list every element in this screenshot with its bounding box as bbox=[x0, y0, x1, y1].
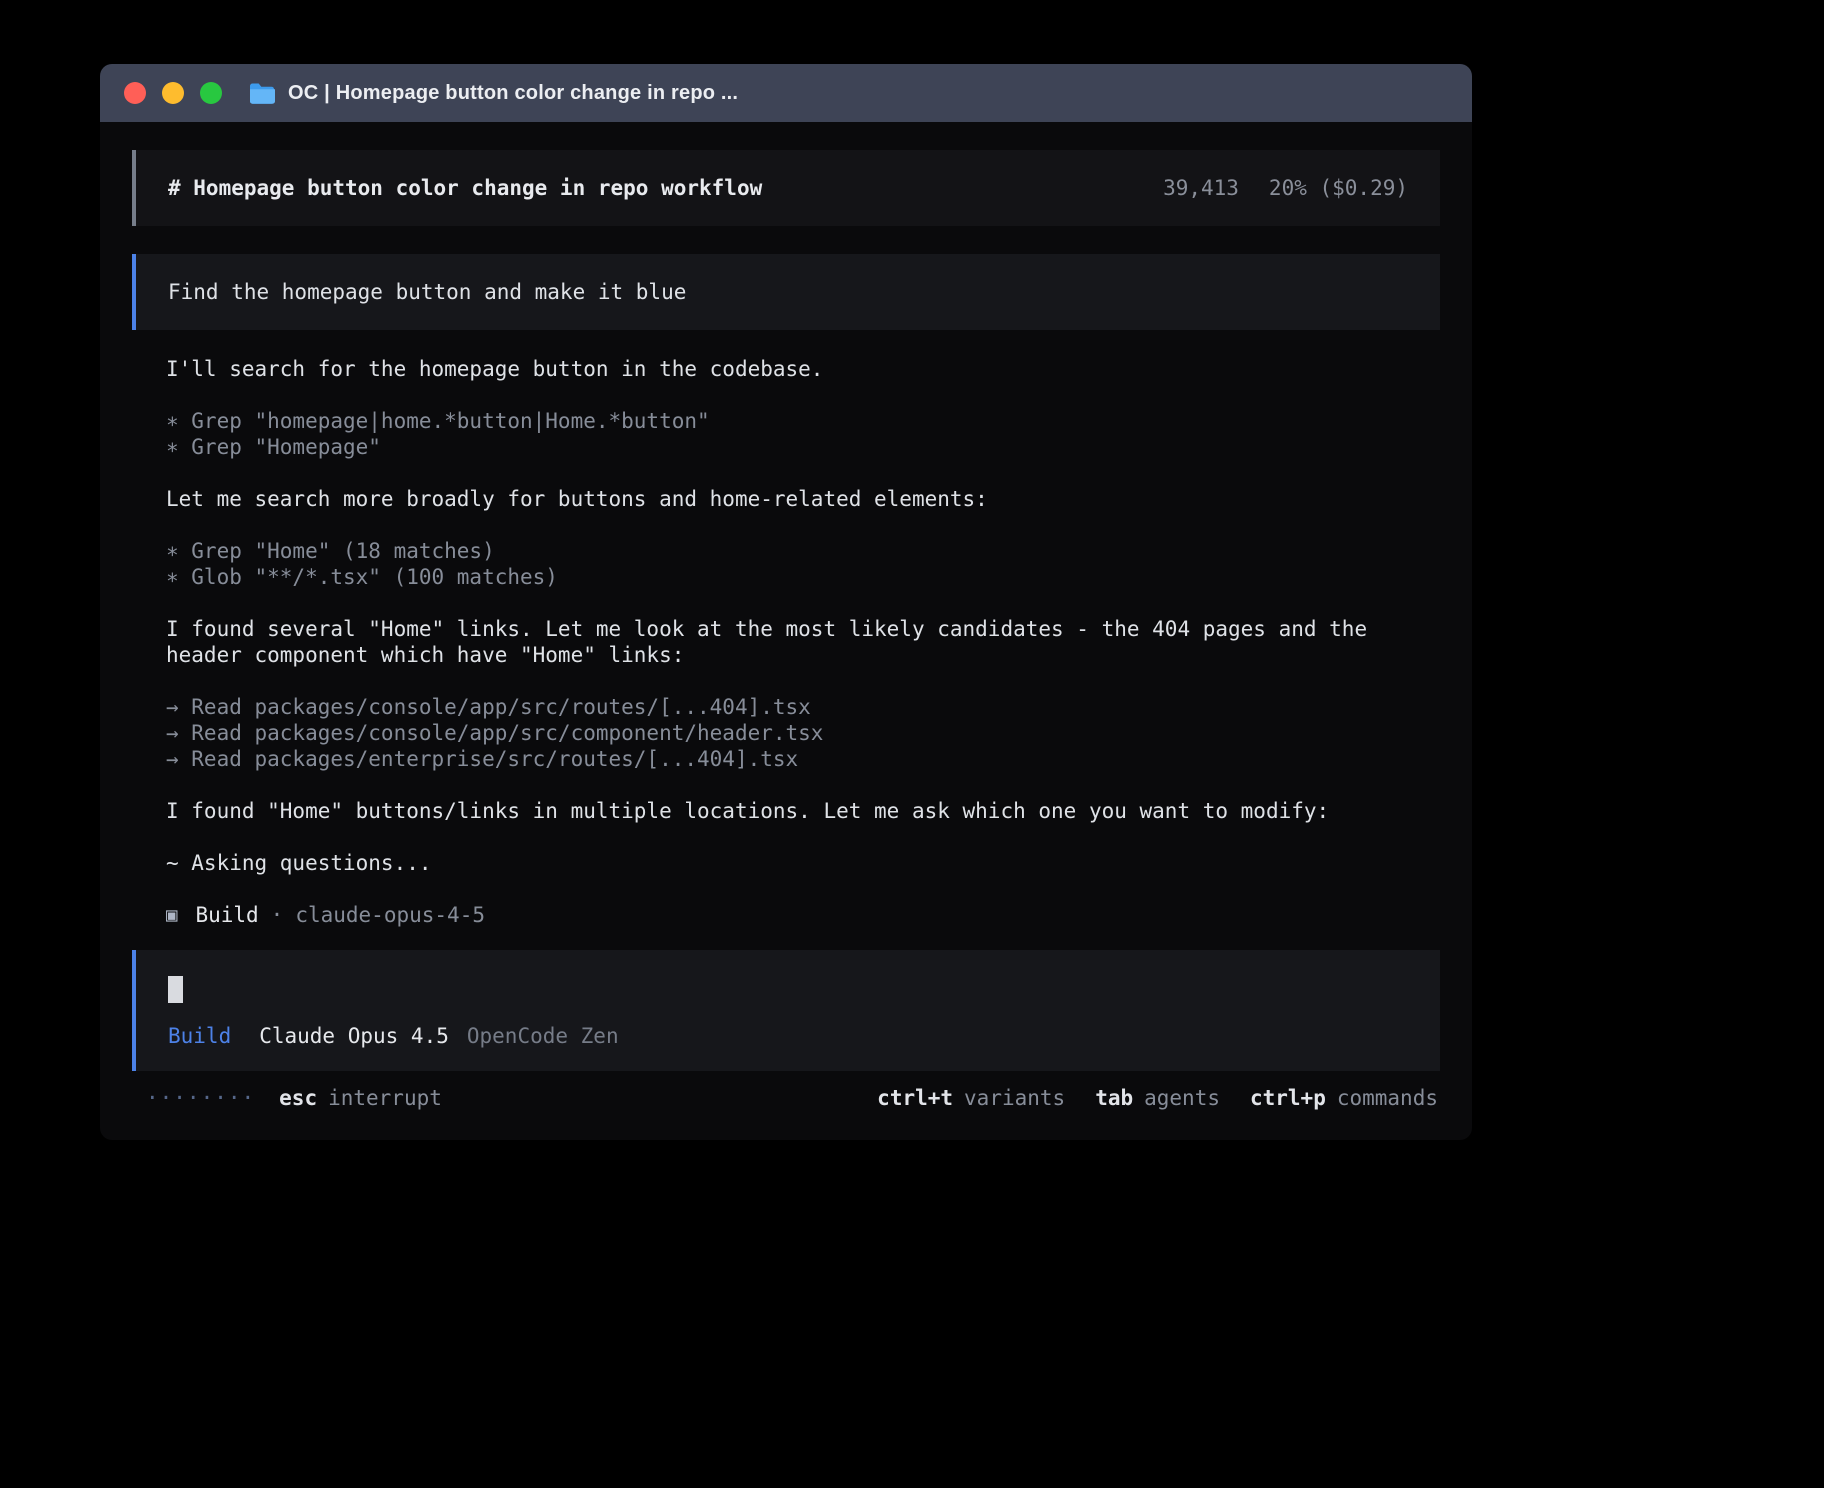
prompt-input[interactable]: Build Claude Opus 4.5 OpenCode Zen bbox=[132, 950, 1440, 1071]
assistant-status-text: ~ Asking questions... bbox=[166, 850, 1440, 876]
spinner-dots-icon: ········ bbox=[146, 1085, 255, 1111]
tool-call-group: ∗ Grep "homepage|home.*button|Home.*butt… bbox=[166, 408, 1440, 460]
window-title: OC | Homepage button color change in rep… bbox=[288, 82, 738, 105]
tool-call-group: → Read packages/console/app/src/routes/[… bbox=[166, 694, 1440, 772]
model-info-row: Build Claude Opus 4.5 OpenCode Zen bbox=[168, 1023, 1408, 1049]
shortcut-label: agents bbox=[1144, 1085, 1220, 1111]
user-message: Find the homepage button and make it blu… bbox=[132, 254, 1440, 330]
terminal-content: # Homepage button color change in repo w… bbox=[100, 122, 1472, 1113]
close-button[interactable] bbox=[124, 82, 146, 104]
status-right: ctrl+t variants tab agents ctrl+p comman… bbox=[877, 1085, 1438, 1111]
agent-name: Build bbox=[195, 902, 258, 928]
session-title: # Homepage button color change in repo w… bbox=[168, 175, 762, 201]
session-stats: 39,413 20% ($0.29) bbox=[1163, 175, 1408, 201]
assistant-text: I'll search for the homepage button in t… bbox=[166, 356, 1440, 382]
esc-key-hint: esc bbox=[279, 1085, 317, 1111]
agent-separator: · bbox=[271, 902, 284, 928]
tool-call-read: → Read packages/enterprise/src/routes/[.… bbox=[166, 746, 1440, 772]
shortcut-label: variants bbox=[964, 1085, 1065, 1111]
folder-icon bbox=[248, 82, 275, 104]
status-bar: ········ esc interrupt ctrl+t variants t… bbox=[132, 1083, 1440, 1113]
model-name: Claude Opus 4.5 bbox=[259, 1023, 449, 1049]
token-count: 39,413 bbox=[1163, 175, 1239, 201]
shortcut-agents: tab agents bbox=[1095, 1085, 1220, 1111]
agent-status-icon: ▣ bbox=[166, 902, 177, 928]
conversation: I'll search for the homepage button in t… bbox=[166, 356, 1440, 928]
assistant-text: Let me search more broadly for buttons a… bbox=[166, 486, 1440, 512]
shortcut-label: commands bbox=[1337, 1085, 1438, 1111]
shortcut-key: ctrl+p bbox=[1250, 1085, 1326, 1111]
model-provider: OpenCode Zen bbox=[467, 1023, 619, 1049]
tool-call-glob: ∗ Glob "**/*.tsx" (100 matches) bbox=[166, 564, 1440, 590]
context-usage: 20% ($0.29) bbox=[1269, 175, 1408, 201]
shortcut-commands: ctrl+p commands bbox=[1250, 1085, 1438, 1111]
assistant-text: I found several "Home" links. Let me loo… bbox=[166, 616, 1440, 668]
tool-call-grep: ∗ Grep "Home" (18 matches) bbox=[166, 538, 1440, 564]
tool-call-group: ∗ Grep "Home" (18 matches) ∗ Glob "**/*.… bbox=[166, 538, 1440, 590]
esc-key-label: interrupt bbox=[328, 1085, 442, 1111]
agent-mode-label: Build bbox=[168, 1023, 231, 1049]
tool-call-read: → Read packages/console/app/src/componen… bbox=[166, 720, 1440, 746]
tool-call-read: → Read packages/console/app/src/routes/[… bbox=[166, 694, 1440, 720]
shortcut-key: ctrl+t bbox=[877, 1085, 953, 1111]
text-cursor bbox=[168, 976, 183, 1003]
tool-call-grep: ∗ Grep "Homepage" bbox=[166, 434, 1440, 460]
tool-call-grep: ∗ Grep "homepage|home.*button|Home.*butt… bbox=[166, 408, 1440, 434]
terminal-window: OC | Homepage button color change in rep… bbox=[100, 64, 1472, 1140]
status-left: ········ esc interrupt bbox=[146, 1085, 442, 1111]
minimize-button[interactable] bbox=[162, 82, 184, 104]
agent-status-line: ▣ Build · claude-opus-4-5 bbox=[166, 902, 1440, 928]
session-header: # Homepage button color change in repo w… bbox=[132, 150, 1440, 226]
window-titlebar[interactable]: OC | Homepage button color change in rep… bbox=[100, 64, 1472, 122]
shortcut-variants: ctrl+t variants bbox=[877, 1085, 1065, 1111]
assistant-text: I found "Home" buttons/links in multiple… bbox=[166, 798, 1440, 824]
traffic-lights bbox=[116, 82, 222, 104]
user-message-text: Find the homepage button and make it blu… bbox=[168, 280, 686, 304]
zoom-button[interactable] bbox=[200, 82, 222, 104]
agent-model: claude-opus-4-5 bbox=[295, 902, 485, 928]
shortcut-key: tab bbox=[1095, 1085, 1133, 1111]
